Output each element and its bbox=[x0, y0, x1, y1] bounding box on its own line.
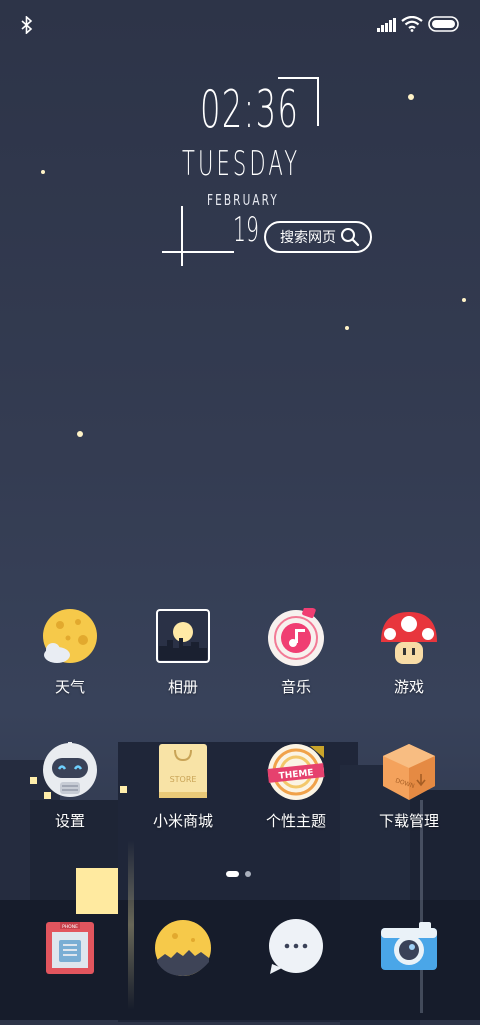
page-indicator[interactable] bbox=[226, 871, 251, 877]
robot-settings-icon bbox=[40, 742, 100, 802]
battery-icon bbox=[428, 16, 459, 32]
theme-icon: THEME bbox=[266, 742, 326, 802]
signal-icon bbox=[377, 18, 396, 32]
dock-messages[interactable] bbox=[246, 918, 346, 978]
app-music[interactable]: 音乐 bbox=[246, 605, 346, 697]
gallery-icon bbox=[153, 608, 213, 668]
star bbox=[77, 431, 83, 437]
app-weather[interactable]: 天气 bbox=[20, 608, 120, 697]
search-icon bbox=[341, 228, 360, 247]
store-bag-icon: STORE bbox=[153, 742, 213, 802]
clock-date: 19 bbox=[233, 210, 259, 250]
clock-time: 02:36 bbox=[200, 80, 300, 140]
app-label: 下载管理 bbox=[378, 812, 439, 830]
app-gallery[interactable]: 相册 bbox=[133, 608, 233, 697]
app-label: 天气 bbox=[54, 678, 85, 696]
music-icon bbox=[266, 605, 326, 668]
lit-window bbox=[76, 868, 118, 914]
search-label: 搜索网页 bbox=[280, 230, 336, 246]
app-label: 小米商城 bbox=[152, 812, 213, 830]
app-label: 设置 bbox=[54, 812, 85, 830]
weather-moon-icon bbox=[40, 608, 100, 668]
star bbox=[41, 170, 45, 174]
app-label: 音乐 bbox=[280, 678, 311, 696]
dock-phone[interactable]: PHONE bbox=[20, 918, 120, 978]
app-settings[interactable]: 设置 bbox=[20, 742, 120, 831]
search-bar[interactable]: 搜索网页 bbox=[264, 221, 372, 253]
store-icon-text: STORE bbox=[170, 775, 197, 784]
star bbox=[408, 94, 414, 100]
app-game[interactable]: 游戏 bbox=[359, 608, 459, 697]
bluetooth-icon bbox=[21, 16, 33, 34]
app-downloads[interactable]: DOWN 下载管理 bbox=[359, 742, 459, 831]
wifi-icon bbox=[401, 16, 423, 32]
app-themes[interactable]: THEME 个性主题 bbox=[246, 742, 346, 831]
status-bar bbox=[0, 0, 480, 50]
star bbox=[345, 326, 349, 330]
clock-day: TUESDAY bbox=[182, 144, 301, 184]
download-box-icon: DOWN bbox=[379, 742, 439, 802]
camera-icon bbox=[379, 918, 439, 978]
app-label: 个性主题 bbox=[265, 812, 326, 830]
phone-icon-text: PHONE bbox=[62, 924, 78, 930]
page-dot bbox=[245, 871, 251, 877]
app-label: 游戏 bbox=[393, 678, 424, 696]
dock-browser[interactable] bbox=[133, 918, 233, 978]
mushroom-game-icon bbox=[379, 608, 439, 668]
page-dot-active bbox=[226, 871, 239, 877]
browser-moon-icon bbox=[153, 918, 213, 978]
phone-icon: PHONE bbox=[40, 918, 100, 978]
star bbox=[462, 298, 466, 302]
dock-camera[interactable] bbox=[359, 918, 459, 978]
app-label: 相册 bbox=[167, 678, 198, 696]
clock-month: FEBRUARY bbox=[207, 191, 279, 209]
app-mi-store[interactable]: STORE 小米商城 bbox=[133, 742, 233, 831]
messages-icon bbox=[266, 918, 326, 978]
